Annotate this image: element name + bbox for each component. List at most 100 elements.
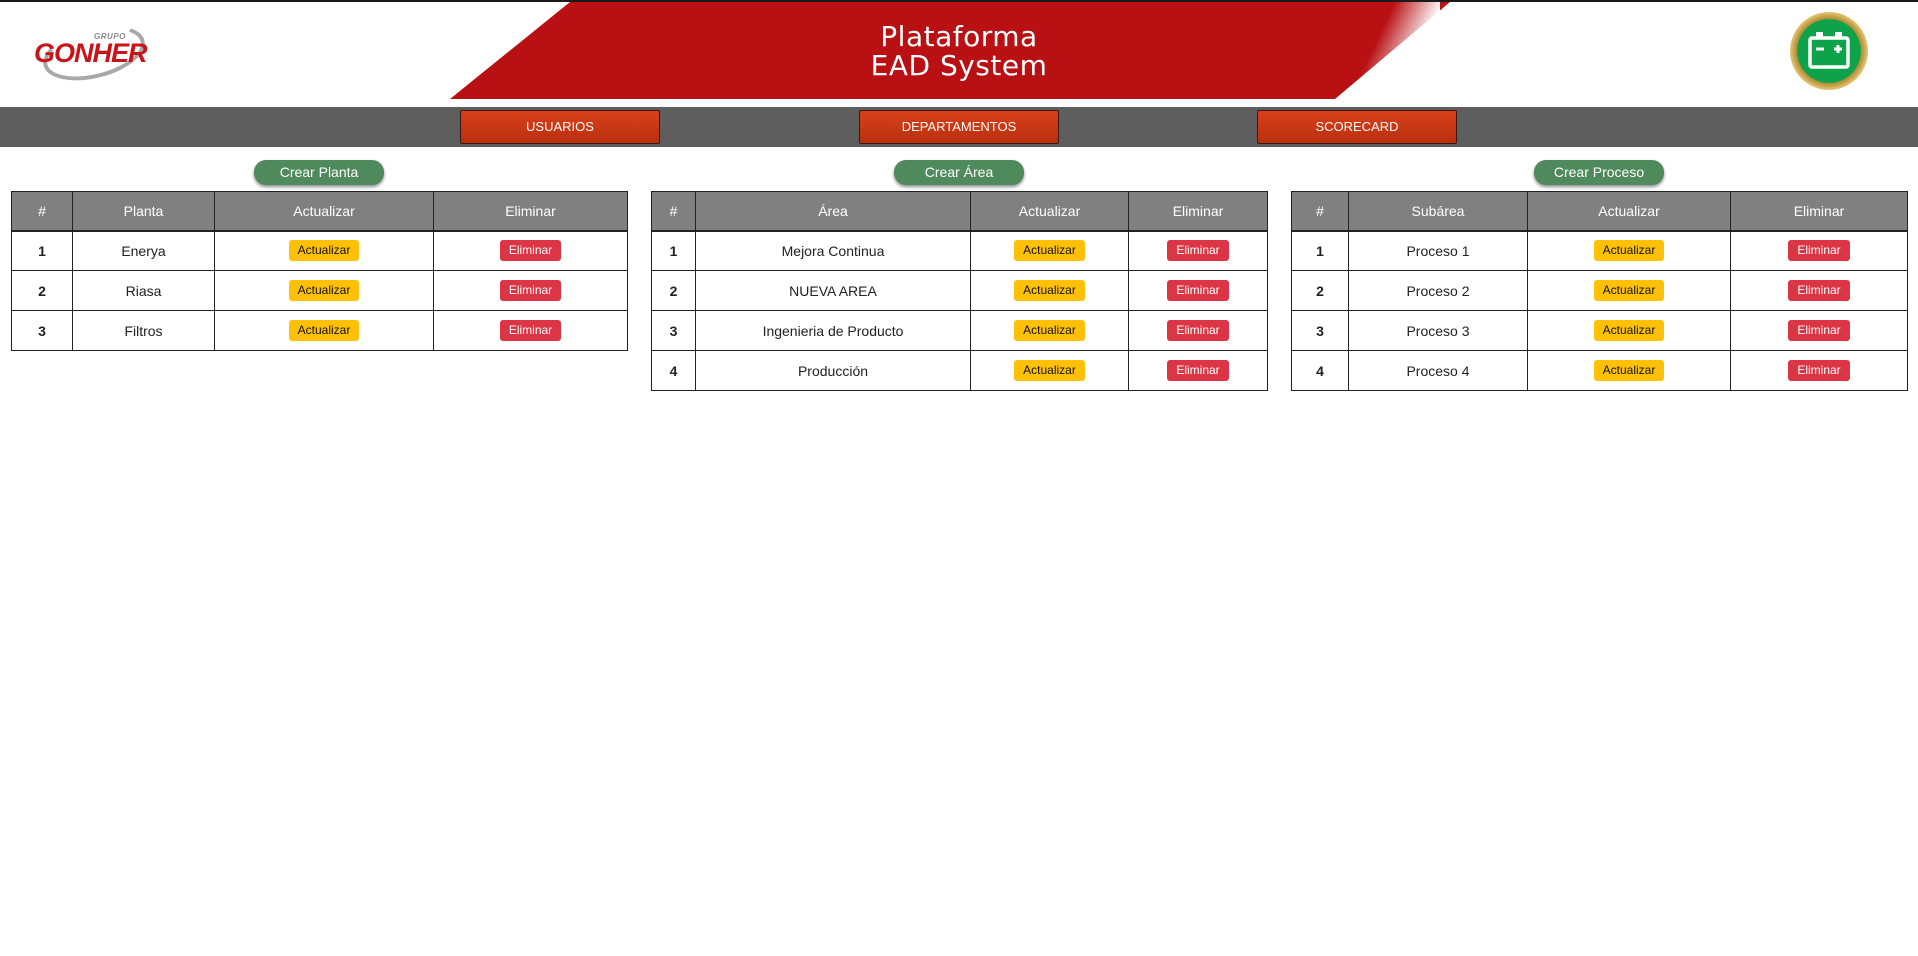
row-number: 1 — [1291, 230, 1349, 271]
table-row: 2 Riasa Actualizar Eliminar — [11, 270, 628, 311]
column-header: # — [1291, 191, 1349, 232]
table-row: 3 Ingenieria de Producto Actualizar Elim… — [651, 310, 1268, 351]
row-number: 3 — [11, 310, 73, 351]
actualizar-button[interactable]: Actualizar — [1014, 320, 1085, 341]
logo-brand-text: GONHER — [34, 38, 148, 68]
nav-bar: USUARIOS DEPARTAMENTOS SCORECARD — [0, 107, 1918, 147]
crear-proceso-button[interactable]: Crear Proceso — [1534, 160, 1664, 185]
table-row: 1 Proceso 1 Actualizar Eliminar — [1291, 230, 1908, 271]
proceso-name: Proceso 3 — [1348, 310, 1528, 351]
battery-badge[interactable] — [1790, 12, 1868, 90]
crear-planta-button[interactable]: Crear Planta — [254, 160, 384, 185]
battery-icon — [1808, 32, 1850, 69]
row-number: 2 — [651, 270, 696, 311]
column-header: Actualizar — [1527, 191, 1731, 232]
eliminar-button[interactable]: Eliminar — [1167, 360, 1229, 381]
delete-cell: Eliminar — [1730, 350, 1908, 391]
area-name: Mejora Continua — [695, 230, 971, 271]
actualizar-button[interactable]: Actualizar — [1593, 360, 1665, 381]
nav-departamentos-button[interactable]: DEPARTAMENTOS — [859, 110, 1059, 144]
actualizar-button[interactable]: Actualizar — [288, 280, 360, 301]
update-cell: Actualizar — [214, 230, 434, 271]
delete-cell: Eliminar — [1128, 310, 1268, 351]
delete-cell: Eliminar — [1128, 350, 1268, 391]
update-cell: Actualizar — [970, 310, 1129, 351]
delete-cell: Eliminar — [1730, 270, 1908, 311]
procesos-table: # Subárea Actualizar Eliminar 1 Proceso … — [1291, 191, 1908, 391]
actualizar-button[interactable]: Actualizar — [1014, 360, 1085, 381]
row-number: 1 — [11, 230, 73, 271]
column-header: # — [651, 191, 696, 232]
proceso-name: Proceso 4 — [1348, 350, 1528, 391]
proceso-name: Proceso 2 — [1348, 270, 1528, 311]
eliminar-button[interactable]: Eliminar — [499, 280, 562, 301]
actualizar-button[interactable]: Actualizar — [1593, 240, 1665, 262]
table-row: 3 Proceso 3 Actualizar Eliminar — [1291, 310, 1908, 351]
row-number: 1 — [651, 230, 696, 271]
page-title-line1: Plataforma — [880, 20, 1038, 53]
planta-name: Riasa — [72, 270, 215, 311]
actualizar-button[interactable]: Actualizar — [1593, 320, 1665, 341]
delete-cell: Eliminar — [433, 230, 628, 271]
delete-cell: Eliminar — [1730, 230, 1908, 271]
update-cell: Actualizar — [970, 350, 1129, 391]
column-header: Actualizar — [214, 191, 434, 232]
update-cell: Actualizar — [1527, 310, 1731, 351]
row-number: 3 — [651, 310, 696, 351]
row-number: 4 — [651, 350, 696, 391]
eliminar-button[interactable]: Eliminar — [499, 240, 562, 262]
nav-scorecard-button[interactable]: SCORECARD — [1257, 110, 1457, 144]
update-cell: Actualizar — [1527, 230, 1731, 271]
column-header: Eliminar — [433, 191, 628, 232]
update-cell: Actualizar — [970, 270, 1129, 311]
eliminar-button[interactable]: Eliminar — [1167, 320, 1229, 341]
column-header: # — [11, 191, 73, 232]
nav-usuarios-button[interactable]: USUARIOS — [460, 110, 660, 144]
row-number: 2 — [11, 270, 73, 311]
actualizar-button[interactable]: Actualizar — [1593, 280, 1665, 301]
table-row: 4 Proceso 4 Actualizar Eliminar — [1291, 350, 1908, 391]
eliminar-button[interactable]: Eliminar — [1788, 280, 1850, 301]
table-row: 4 Producción Actualizar Eliminar — [651, 350, 1268, 391]
actualizar-button[interactable]: Actualizar — [1014, 280, 1085, 301]
delete-cell: Eliminar — [433, 270, 628, 311]
gonher-logo[interactable]: GRUPO GONHER — [30, 16, 151, 90]
eliminar-button[interactable]: Eliminar — [1788, 240, 1850, 262]
header: Plataforma EAD System GRUPO GONHER — [0, 0, 1918, 99]
column-header: Eliminar — [1730, 191, 1908, 232]
page-title-line2: EAD System — [870, 49, 1048, 82]
delete-cell: Eliminar — [1128, 270, 1268, 311]
table-row: 1 Enerya Actualizar Eliminar — [11, 230, 628, 271]
column-header: Planta — [72, 191, 215, 232]
update-cell: Actualizar — [970, 230, 1129, 271]
planta-name: Filtros — [72, 310, 215, 351]
update-cell: Actualizar — [1527, 270, 1731, 311]
actualizar-button[interactable]: Actualizar — [1014, 240, 1085, 262]
area-name: Producción — [695, 350, 971, 391]
actualizar-button[interactable]: Actualizar — [288, 320, 360, 341]
table-row: 3 Filtros Actualizar Eliminar — [11, 310, 628, 351]
eliminar-button[interactable]: Eliminar — [1788, 360, 1850, 381]
row-number: 3 — [1291, 310, 1349, 351]
row-number: 2 — [1291, 270, 1349, 311]
update-cell: Actualizar — [1527, 350, 1731, 391]
column-header: Subárea — [1348, 191, 1528, 232]
table-header-row: # Subárea Actualizar Eliminar — [1291, 191, 1908, 232]
table-row: 2 Proceso 2 Actualizar Eliminar — [1291, 270, 1908, 311]
plantas-table: # Planta Actualizar Eliminar 1 Enerya Ac… — [11, 191, 628, 351]
delete-cell: Eliminar — [1730, 310, 1908, 351]
crear-area-button[interactable]: Crear Área — [894, 160, 1024, 185]
actualizar-button[interactable]: Actualizar — [288, 240, 360, 262]
area-name: NUEVA AREA — [695, 270, 971, 311]
proceso-name: Proceso 1 — [1348, 230, 1528, 271]
table-row: 2 NUEVA AREA Actualizar Eliminar — [651, 270, 1268, 311]
eliminar-button[interactable]: Eliminar — [1167, 280, 1229, 301]
eliminar-button[interactable]: Eliminar — [499, 320, 562, 341]
eliminar-button[interactable]: Eliminar — [1788, 320, 1850, 341]
eliminar-button[interactable]: Eliminar — [1167, 240, 1229, 262]
planta-name: Enerya — [72, 230, 215, 271]
column-header: Actualizar — [970, 191, 1129, 232]
column-header: Área — [695, 191, 971, 232]
delete-cell: Eliminar — [1128, 230, 1268, 271]
areas-table: # Área Actualizar Eliminar 1 Mejora Cont… — [651, 191, 1268, 391]
